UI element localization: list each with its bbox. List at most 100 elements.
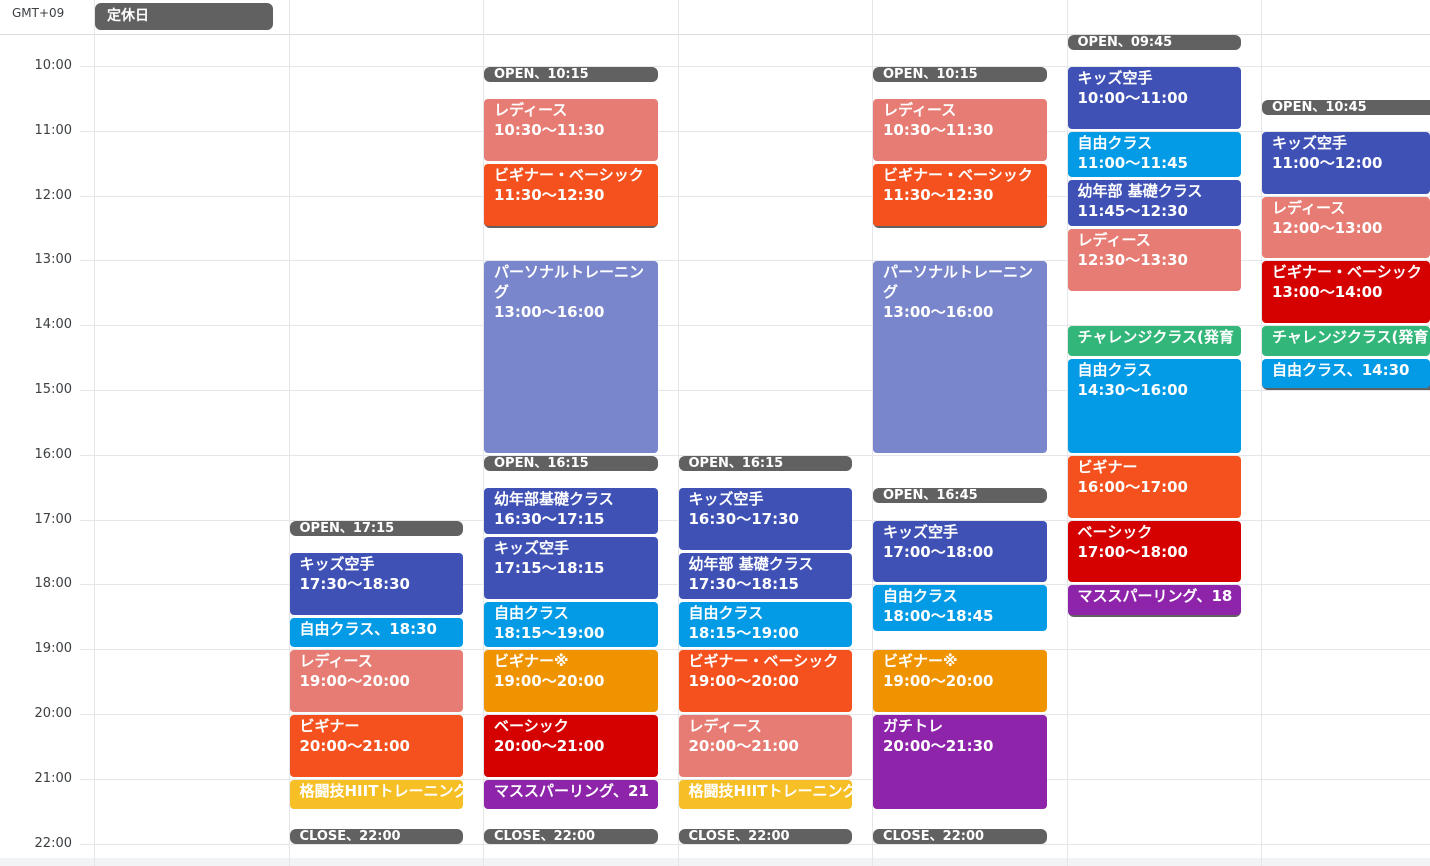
open-close-marker[interactable]: OPEN、16:15 xyxy=(484,456,658,471)
calendar-event[interactable]: パーソナルトレーニング 13:00〜16:00 xyxy=(873,261,1047,453)
event-time: 19:00〜20:00 xyxy=(688,672,800,691)
event-time: 10:00〜11:00 xyxy=(1077,89,1189,107)
calendar-event[interactable]: ガチトレ 20:00〜21:30 xyxy=(873,715,1047,810)
calendar-event[interactable]: ビギナー・ベーシック 19:00〜20:00 xyxy=(678,650,852,712)
event-title: ビギナー・ベーシック xyxy=(688,652,839,671)
event-title: キッズ空手 xyxy=(299,555,375,573)
event-time: 13:00〜16:00 xyxy=(494,303,605,322)
event-title: 自由クラス xyxy=(494,603,569,622)
calendar-event[interactable]: ベーシック 17:00〜18:00 xyxy=(1067,520,1241,583)
open-close-marker[interactable]: OPEN、16:45 xyxy=(873,488,1047,504)
event-title: パーソナルトレーニング xyxy=(494,263,645,302)
calendar-event[interactable]: 自由クラス 18:00〜18:45 xyxy=(873,585,1047,631)
event-title: レディース xyxy=(1077,231,1151,249)
event-time: 16:30〜17:15 xyxy=(494,510,605,529)
calendar-event[interactable]: ビギナー・ベーシック 13:00〜14:00 xyxy=(1262,261,1430,324)
calendar-event[interactable]: キッズ空手 17:30〜18:30 xyxy=(289,553,463,615)
event-title: キッズ空手 xyxy=(1077,69,1153,87)
calendar-event[interactable]: 自由クラス 18:15〜19:00 xyxy=(678,601,852,648)
allday-event-closed[interactable]: 定休日 xyxy=(95,3,273,30)
calendar-event[interactable]: キッズ空手 16:30〜17:30 xyxy=(678,488,852,550)
event-title: キッズ空手 xyxy=(883,522,959,541)
calendar-event[interactable]: ベーシック 20:00〜21:00 xyxy=(484,715,658,777)
event-time: 19:00〜20:00 xyxy=(494,672,605,691)
event-title: 自由クラス xyxy=(688,603,764,622)
event-time: 20:00〜21:00 xyxy=(299,737,411,755)
calendar-event[interactable]: 自由クラス 11:00〜11:45 xyxy=(1067,131,1241,178)
event-time: 18:15〜19:00 xyxy=(494,623,605,642)
hour-gridline xyxy=(80,843,1430,845)
event-title: 格闘技HIITトレーニング xyxy=(688,781,853,800)
event-title: ビギナー・ベーシック xyxy=(1272,263,1422,282)
open-close-marker[interactable]: CLOSE、22:00 xyxy=(678,828,852,844)
calendar-event[interactable]: ビギナー・ベーシック 11:30〜12:30 xyxy=(484,164,658,226)
event-title: チャレンジクラス(発育 xyxy=(1077,328,1234,347)
calendar-event[interactable]: 自由クラス、18:30 xyxy=(289,617,463,648)
event-time: 11:00〜11:45 xyxy=(1077,153,1189,172)
hour-label: 20:00 xyxy=(34,706,72,721)
open-close-marker[interactable]: CLOSE、22:00 xyxy=(289,828,463,844)
open-close-marker[interactable]: OPEN、17:15 xyxy=(289,520,463,536)
event-time: 19:00〜20:00 xyxy=(299,672,411,691)
calendar-event[interactable]: ビギナー 20:00〜21:00 xyxy=(289,715,463,777)
calendar-event[interactable]: レディース 19:00〜20:00 xyxy=(289,650,463,712)
event-title: チャレンジクラス(発育 xyxy=(1272,328,1429,347)
open-close-marker[interactable]: OPEN、09:45 xyxy=(1067,34,1241,50)
event-title: パーソナルトレーニング xyxy=(883,263,1034,302)
event-title: マススパーリング、21 xyxy=(494,781,649,800)
event-time: 18:15〜19:00 xyxy=(688,623,800,642)
event-title: 幼年部基礎クラス xyxy=(494,490,614,509)
calendar-event[interactable]: キッズ空手 10:00〜11:00 xyxy=(1067,67,1241,129)
calendar-event[interactable]: レディース 12:00〜13:00 xyxy=(1262,196,1430,259)
event-title: ガチトレ xyxy=(883,717,944,735)
calendar-event[interactable]: 自由クラス 18:15〜19:00 xyxy=(484,601,658,648)
calendar-event[interactable]: 幼年部基礎クラス 16:30〜17:15 xyxy=(484,488,658,534)
calendar-event[interactable]: ビギナー※ 19:00〜20:00 xyxy=(873,650,1047,712)
open-close-marker[interactable]: OPEN、10:45 xyxy=(1262,99,1430,115)
open-close-marker[interactable]: CLOSE、22:00 xyxy=(484,828,658,844)
calendar-event[interactable]: 幼年部 基礎クラス 11:45〜12:30 xyxy=(1067,180,1241,226)
open-close-marker[interactable]: OPEN、16:15 xyxy=(678,456,852,471)
calendar-event[interactable]: ビギナー※ 19:00〜20:00 xyxy=(484,650,658,712)
event-time: 17:15〜18:15 xyxy=(494,558,605,577)
calendar-event[interactable]: 幼年部 基礎クラス 17:30〜18:15 xyxy=(678,553,852,599)
calendar-event[interactable]: キッズ空手 11:00〜12:00 xyxy=(1262,131,1430,194)
calendar-event[interactable]: レディース 12:30〜13:30 xyxy=(1067,229,1241,291)
calendar-event[interactable]: レディース 20:00〜21:00 xyxy=(678,715,852,777)
event-title: ビギナー※ xyxy=(494,652,569,671)
calendar-event[interactable]: 格闘技HIITトレーニング xyxy=(289,779,464,810)
hour-label: 21:00 xyxy=(34,770,72,786)
calendar-event[interactable]: 格闘技HIITトレーニング xyxy=(678,779,853,810)
event-time: 18:00〜18:45 xyxy=(883,607,994,626)
event-time: 11:30〜12:30 xyxy=(883,186,994,205)
calendar-event[interactable]: チャレンジクラス(発育 xyxy=(1067,326,1241,356)
calendar-event[interactable]: 自由クラス、14:30 xyxy=(1262,358,1430,388)
event-time: 17:00〜18:00 xyxy=(883,542,994,561)
calendar-event[interactable]: パーソナルトレーニング 13:00〜16:00 xyxy=(484,261,658,453)
calendar-event[interactable]: キッズ空手 17:00〜18:00 xyxy=(873,520,1047,583)
event-time: 11:45〜12:30 xyxy=(1077,202,1189,221)
calendar-event[interactable]: マススパーリング、21 xyxy=(484,779,658,810)
calendar-event[interactable]: マススパーリング、18 xyxy=(1067,585,1241,615)
calendar-event[interactable]: レディース 10:30〜11:30 xyxy=(873,99,1047,162)
event-time: 16:00〜17:00 xyxy=(1077,477,1189,496)
event-title: レディース xyxy=(299,652,373,671)
calendar-event[interactable]: ビギナー 16:00〜17:00 xyxy=(1067,455,1241,518)
calendar-event[interactable]: 自由クラス 14:30〜16:00 xyxy=(1067,358,1241,453)
bottom-scroll-edge xyxy=(0,858,1430,866)
event-title: 自由クラス、18:30 xyxy=(299,619,437,638)
event-title: 格闘技HIITトレーニング xyxy=(299,781,464,800)
open-close-marker[interactable]: OPEN、10:15 xyxy=(873,67,1047,83)
event-time: 20:00〜21:30 xyxy=(883,737,994,755)
calendar-event[interactable]: レディース 10:30〜11:30 xyxy=(484,99,658,162)
event-time: 14:30〜16:00 xyxy=(1077,380,1189,399)
event-time: 12:00〜13:00 xyxy=(1272,218,1383,237)
open-close-marker[interactable]: CLOSE、22:00 xyxy=(873,828,1047,844)
event-time: 20:00〜21:00 xyxy=(494,737,605,755)
calendar-event[interactable]: チャレンジクラス(発育 xyxy=(1262,326,1430,356)
calendar-event[interactable]: キッズ空手 17:15〜18:15 xyxy=(484,536,658,599)
open-close-marker[interactable]: OPEN、10:15 xyxy=(484,67,658,83)
hour-label: 14:00 xyxy=(34,317,72,333)
calendar-event[interactable]: ビギナー・ベーシック 11:30〜12:30 xyxy=(873,164,1047,226)
event-title: ビギナー※ xyxy=(883,652,958,671)
